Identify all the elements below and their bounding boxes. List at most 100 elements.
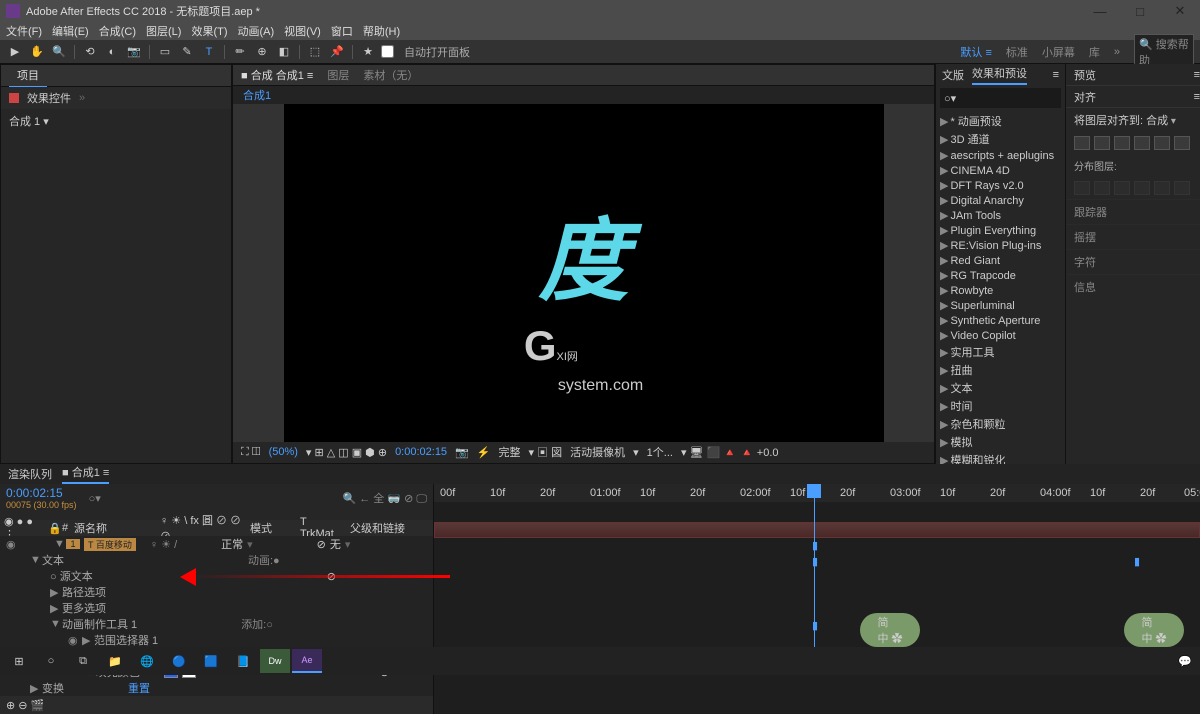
type-tool[interactable]: T: [200, 43, 218, 61]
preview-tab[interactable]: 预览: [1074, 67, 1096, 83]
watermark-badge: 简中 ✿: [1124, 613, 1184, 647]
start-button[interactable]: ⊞: [4, 649, 34, 673]
composition-viewer[interactable]: 度 GXI网 system.com: [233, 104, 934, 442]
keyframe[interactable]: ▮: [812, 555, 818, 568]
pen-tool[interactable]: ✎: [178, 43, 196, 61]
camera-select[interactable]: 活动摄像机: [570, 444, 625, 460]
task-view[interactable]: ⧉: [68, 649, 98, 673]
layer-row[interactable]: ◉ ▼1 T 百度移动 ♀ ☀ / 正常 ▾ ⊘ 无 ▾: [0, 536, 433, 552]
timeline-comp-tab[interactable]: ■ 合成1 ≡: [62, 464, 109, 484]
maximize-button[interactable]: □: [1120, 0, 1160, 22]
mask-tool[interactable]: ★: [359, 43, 377, 61]
align-hcenter[interactable]: [1094, 136, 1110, 150]
col-mode[interactable]: 模式: [246, 520, 296, 536]
keyframe[interactable]: ▮: [812, 619, 818, 632]
search-button[interactable]: ○: [36, 649, 66, 673]
clone-tool[interactable]: ⊕: [253, 43, 271, 61]
layer-tab[interactable]: 图层: [327, 67, 349, 83]
align-to-label: 将图层对齐到: 合成: [1074, 115, 1168, 127]
workspace-standard[interactable]: 标准: [1006, 44, 1028, 60]
cti-head[interactable]: [807, 484, 821, 498]
effects-search[interactable]: ○▾: [940, 88, 1061, 108]
effects-list[interactable]: ▶* 动画预设 ▶3D 通道 ▶aescripts + aeplugins ▶C…: [936, 110, 1065, 464]
snapshot-icon[interactable]: 📷: [455, 446, 469, 459]
timeline-timecode[interactable]: 0:00:02:15: [6, 486, 77, 500]
text-layer-glyph: 度: [539, 188, 629, 318]
align-vcenter[interactable]: [1154, 136, 1170, 150]
toggle-switches[interactable]: ⊕ ⊖ 🎬: [6, 699, 44, 712]
brush-tool[interactable]: ✏: [231, 43, 249, 61]
project-tab[interactable]: 项目: [9, 64, 47, 88]
hand-tool[interactable]: ✋: [28, 43, 46, 61]
res-icon[interactable]: ▾ ⊞ △ ◫ ▣ ⬢ ⊕: [306, 446, 387, 459]
character-panel[interactable]: 字符: [1066, 249, 1200, 274]
menu-layer[interactable]: 图层(L): [146, 23, 181, 39]
menu-animation[interactable]: 动画(A): [238, 23, 275, 39]
align-left[interactable]: [1074, 136, 1090, 150]
explorer-icon[interactable]: 📁: [100, 649, 130, 673]
eraser-tool[interactable]: ◧: [275, 43, 293, 61]
align-right[interactable]: [1114, 136, 1130, 150]
wiggler-panel[interactable]: 摇摆: [1066, 224, 1200, 249]
current-time[interactable]: 0:00:02:15: [395, 446, 447, 458]
windows-taskbar: ⊞ ○ ⧉ 📁 🌐 🔵 🟦 📘 Dw Ae 💬: [0, 647, 1200, 675]
menu-file[interactable]: 文件(F): [6, 23, 42, 39]
keyframe[interactable]: ▮: [1134, 555, 1140, 568]
app-icon[interactable]: 🔵: [164, 649, 194, 673]
app-icon[interactable]: 🟦: [196, 649, 226, 673]
annotation-arrowhead: [180, 568, 196, 586]
resolution[interactable]: 完整: [498, 444, 520, 460]
menu-edit[interactable]: 编辑(E): [52, 23, 89, 39]
view-count[interactable]: 1个...: [647, 444, 673, 460]
app-icon[interactable]: 📘: [228, 649, 258, 673]
render-queue-tab[interactable]: 渲染队列: [8, 466, 52, 482]
timeline-tracks[interactable]: 00f 10f 20f 01:00f 10f 20f 02:00f 10f 20…: [434, 484, 1200, 714]
current-time-indicator[interactable]: [814, 484, 815, 674]
workspace-small[interactable]: 小屏幕: [1042, 44, 1075, 60]
menu-composition[interactable]: 合成(C): [99, 23, 136, 39]
aftereffects-icon[interactable]: Ae: [292, 649, 322, 673]
menu-help[interactable]: 帮助(H): [363, 23, 400, 39]
roto-tool[interactable]: ⬚: [306, 43, 324, 61]
tray-icon[interactable]: 💬: [1170, 649, 1200, 673]
align-bottom[interactable]: [1174, 136, 1190, 150]
tracker-panel[interactable]: 跟踪器: [1066, 199, 1200, 224]
browser-icon[interactable]: 🌐: [132, 649, 162, 673]
timeline-frames: 00075 (30.00 fps): [6, 500, 77, 510]
footage-tab[interactable]: 素材（无）: [363, 67, 418, 83]
effect-controls-label[interactable]: 效果控件: [27, 90, 71, 106]
zoom-level[interactable]: (50%): [269, 446, 298, 458]
puppet-tool[interactable]: 📌: [328, 43, 346, 61]
magnification-icon[interactable]: ⛶ ◫: [241, 446, 261, 459]
effects-presets-tab[interactable]: 效果和预设: [972, 65, 1027, 85]
zoom-tool[interactable]: 🔍: [50, 43, 68, 61]
project-item[interactable]: 合成 1: [9, 116, 40, 128]
selection-tool[interactable]: ▶: [6, 43, 24, 61]
auto-open-checkbox[interactable]: [381, 45, 394, 58]
dreamweaver-icon[interactable]: Dw: [260, 649, 290, 673]
rect-tool[interactable]: ▭: [156, 43, 174, 61]
col-source-name[interactable]: 源名称: [70, 520, 156, 536]
quality-icon[interactable]: ⚡: [477, 446, 491, 459]
comp-tab[interactable]: ■ 合成 合成1 ≡: [241, 67, 313, 83]
record-icon: [9, 93, 19, 103]
rotate-tool[interactable]: ◐: [103, 43, 121, 61]
info-panel[interactable]: 信息: [1066, 274, 1200, 299]
comp-name[interactable]: 合成1: [243, 87, 271, 103]
text-panel-tab[interactable]: 文版: [942, 67, 964, 83]
align-tab[interactable]: 对齐: [1074, 89, 1096, 105]
camera-tool[interactable]: 📷: [125, 43, 143, 61]
close-button[interactable]: ✕: [1160, 0, 1200, 22]
align-top[interactable]: [1134, 136, 1150, 150]
minimize-button[interactable]: —: [1080, 0, 1120, 22]
menu-effect[interactable]: 效果(T): [191, 23, 227, 39]
workspace-more[interactable]: »: [1114, 46, 1120, 58]
menu-view[interactable]: 视图(V): [284, 23, 321, 39]
orbit-tool[interactable]: ⟲: [81, 43, 99, 61]
app-icon: [6, 4, 20, 18]
keyframe[interactable]: ▮: [812, 539, 818, 552]
menu-window[interactable]: 窗口: [331, 23, 353, 39]
workspace-library[interactable]: 库: [1089, 44, 1100, 60]
workspace-default[interactable]: 默认 ≡: [960, 44, 991, 60]
col-parent[interactable]: 父级和链接: [346, 520, 416, 536]
